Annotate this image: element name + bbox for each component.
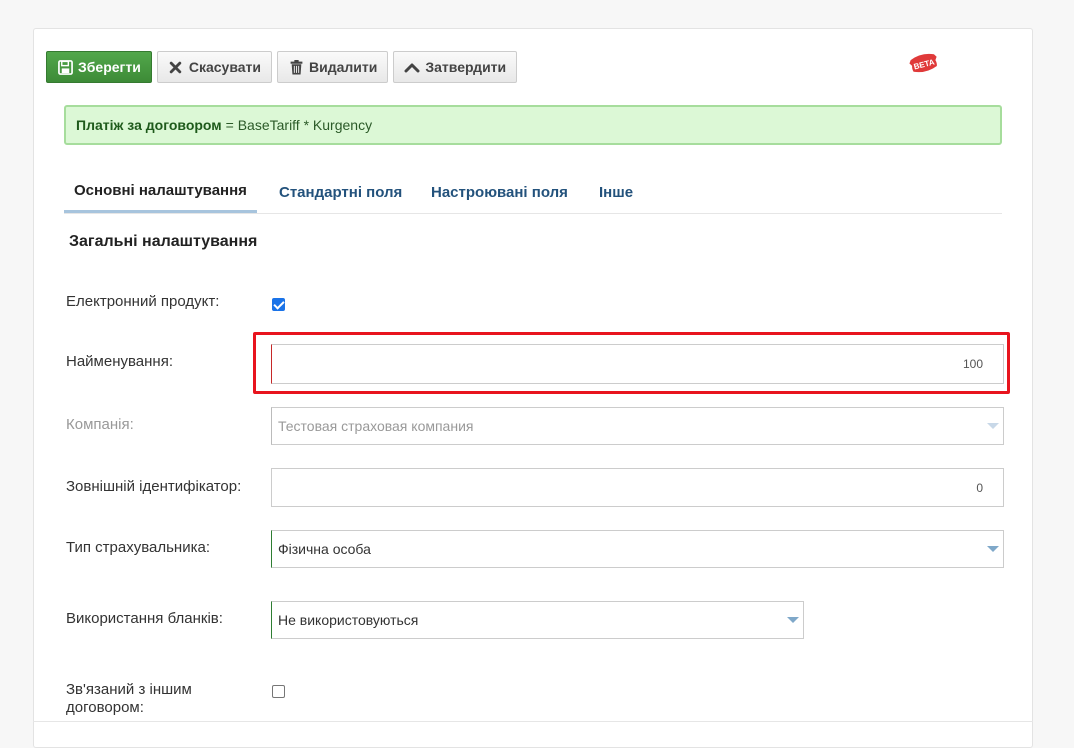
beta-stamp-icon: BETA xyxy=(909,53,937,73)
trash-icon xyxy=(288,59,304,75)
delete-button[interactable]: Видалити xyxy=(277,51,389,83)
tab-custom-fields[interactable]: Настроювані поля xyxy=(431,170,568,214)
approve-button[interactable]: Затвердити xyxy=(393,51,518,83)
electronic-product-checkbox[interactable] xyxy=(272,298,285,311)
formula-label: Платіж за договором xyxy=(76,117,222,133)
toolbar: Зберегти Скасувати Видалити Затвердити xyxy=(46,51,518,83)
cancel-button[interactable]: Скасувати xyxy=(156,51,272,83)
external-id-input[interactable]: 0 xyxy=(271,468,1004,507)
tab-standard-fields[interactable]: Стандартні поля xyxy=(279,170,402,214)
divider xyxy=(33,721,1033,722)
formula-banner: Платіж за договором = BaseTariff * Kurge… xyxy=(64,105,1002,145)
external-id-char-counter: 0 xyxy=(976,480,983,495)
chevron-down-icon xyxy=(987,423,999,429)
beta-stamp: BETA xyxy=(904,50,944,78)
cancel-label: Скасувати xyxy=(188,59,261,75)
company-label: Компанія: xyxy=(66,416,134,433)
linked-contract-checkbox[interactable] xyxy=(272,685,285,698)
tab-main-settings[interactable]: Основні налаштування xyxy=(64,170,257,213)
company-select: Тестовая страховая компания xyxy=(271,407,1004,445)
blanks-usage-select[interactable]: Не використовуються xyxy=(271,601,804,639)
electronic-product-label: Електронний продукт: xyxy=(66,293,220,310)
name-label: Найменування: xyxy=(66,353,173,370)
blanks-usage-value: Не використовуються xyxy=(278,612,419,628)
company-value: Тестовая страховая компания xyxy=(278,418,474,434)
section-title: Загальні налаштування xyxy=(69,233,258,250)
chevron-down-icon[interactable] xyxy=(787,617,799,623)
blanks-usage-label: Використання бланків: xyxy=(66,610,223,627)
floppy-disk-icon xyxy=(57,59,73,75)
save-label: Зберегти xyxy=(78,59,141,75)
highlight-box xyxy=(253,332,1010,394)
linked-contract-label: Зв'язаний з іншим договором: xyxy=(66,681,192,716)
insurer-type-value: Фізична особа xyxy=(278,541,371,557)
tab-other[interactable]: Інше xyxy=(599,170,633,214)
insurer-type-label: Тип страхувальника: xyxy=(66,539,211,556)
approve-label: Затвердити xyxy=(425,59,507,75)
insurer-type-select[interactable]: Фізична особа xyxy=(271,530,1004,568)
save-button[interactable]: Зберегти xyxy=(46,51,152,83)
delete-label: Видалити xyxy=(309,59,378,75)
tab-bar: Основні налаштування Стандартні поля Нас… xyxy=(64,170,1002,214)
chevron-down-icon[interactable] xyxy=(987,546,999,552)
close-icon xyxy=(168,59,184,75)
external-id-label: Зовнішній ідентифікатор: xyxy=(66,478,242,495)
chevron-up-icon xyxy=(404,59,420,75)
formula-expression: = BaseTariff * Kurgency xyxy=(225,117,373,133)
